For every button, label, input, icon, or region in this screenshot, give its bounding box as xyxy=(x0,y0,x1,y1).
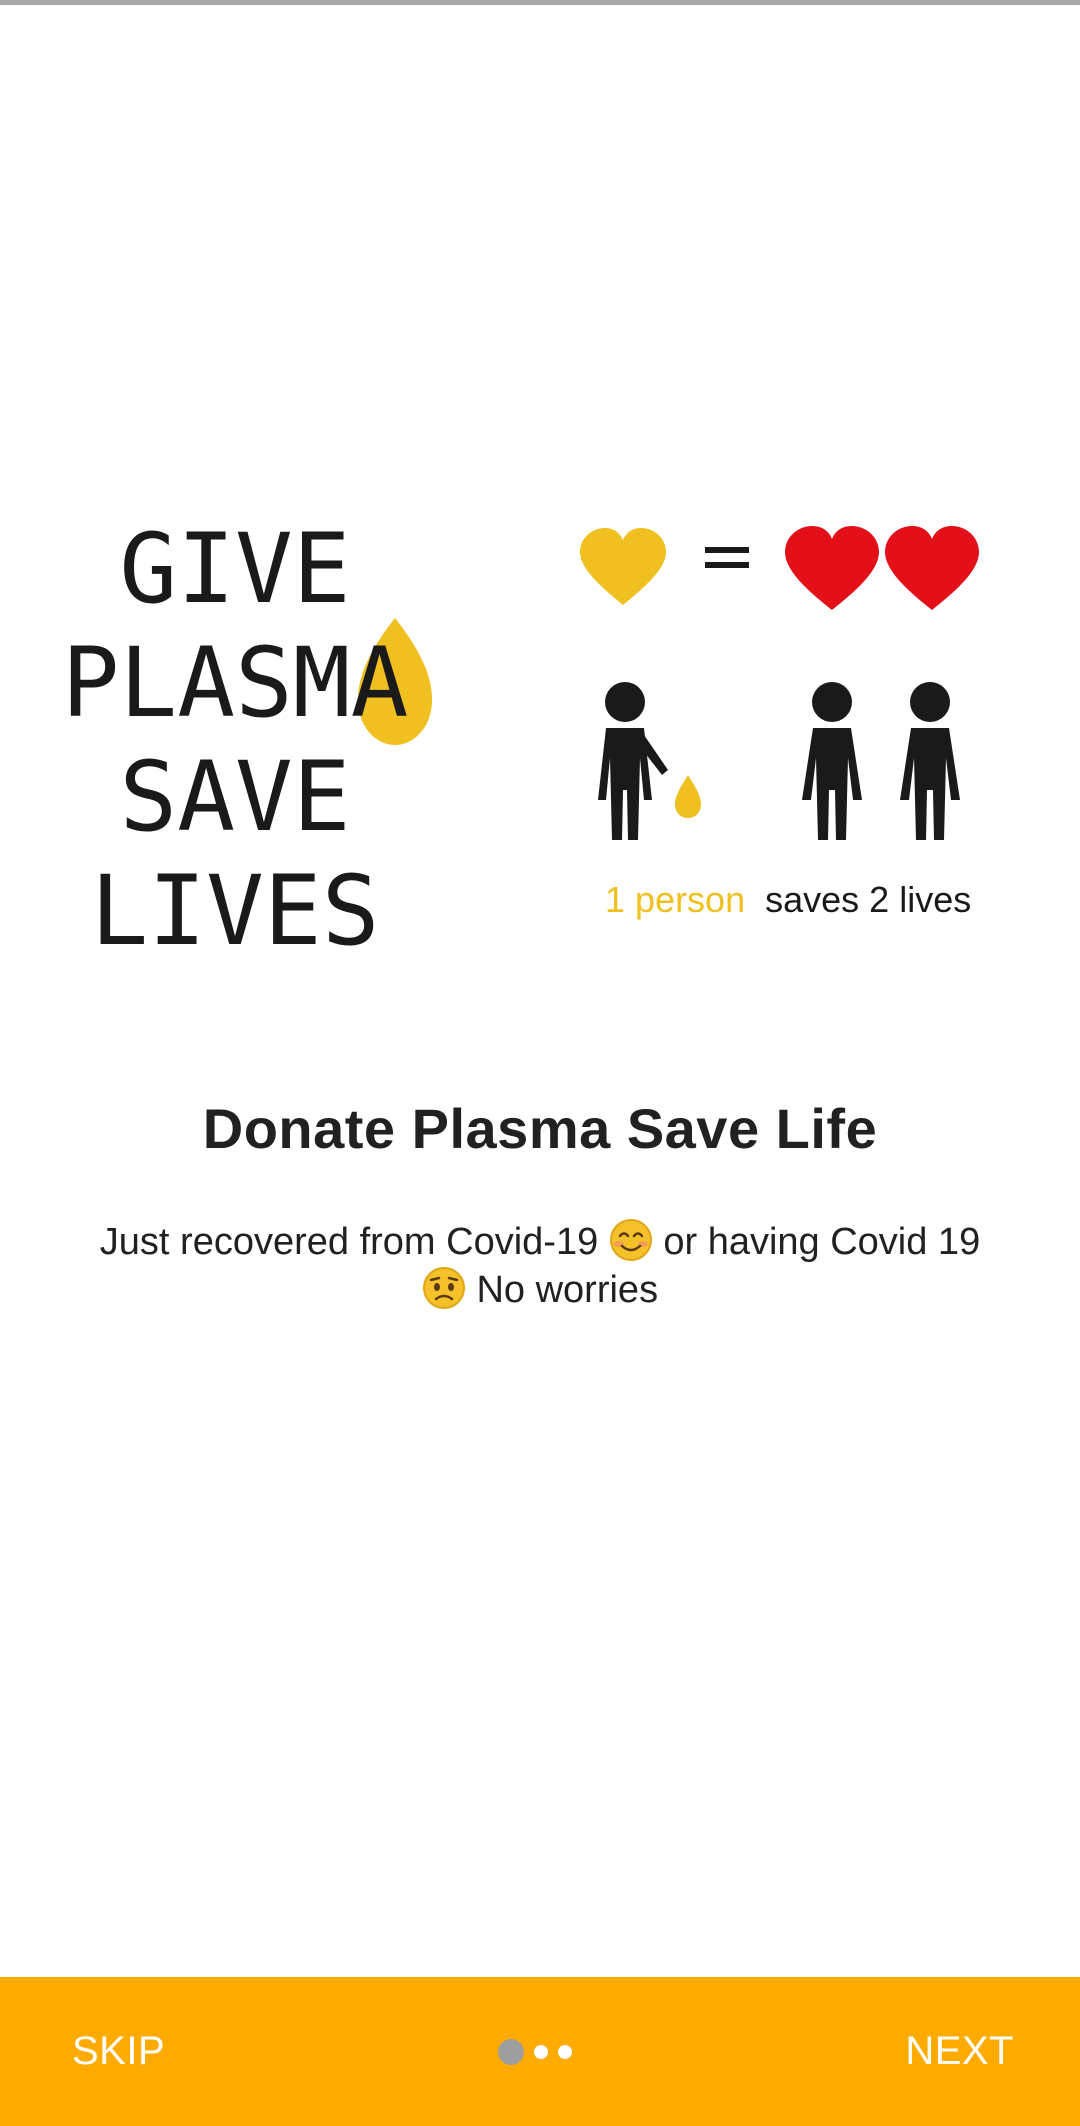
page-dot[interactable] xyxy=(534,2044,548,2059)
equals-icon-top xyxy=(705,547,749,553)
plasma-drop-icon xyxy=(675,775,701,818)
illustration-line-plasma: PLASMA xyxy=(62,627,409,739)
description-part-1: Just recovered from Covid-19 xyxy=(99,1221,599,1263)
yellow-heart-icon xyxy=(580,528,666,605)
page-dot-active[interactable] xyxy=(498,2038,524,2065)
donor-person-icon xyxy=(598,682,668,840)
recipient-person-icon xyxy=(802,682,862,840)
caption-rest: saves 2 lives xyxy=(765,879,971,920)
red-heart-icon xyxy=(785,526,879,610)
recipient-person-icon xyxy=(900,682,960,840)
onboarding-bottom-bar: SKIP NEXT xyxy=(0,1977,1080,2126)
slide-title: Donate Plasma Save Life xyxy=(202,1097,878,1160)
illustration-line-save: SAVE xyxy=(119,741,350,853)
page-dot[interactable] xyxy=(558,2044,572,2059)
description-part-3: No worries xyxy=(476,1269,659,1311)
worried-face-icon xyxy=(422,1267,465,1309)
illustration-caption: 1 person saves 2 lives xyxy=(605,879,971,920)
slide-description: Just recovered from Covid-19 or having C… xyxy=(60,1218,1020,1314)
people-figures xyxy=(598,682,960,840)
equals-icon-bottom xyxy=(705,562,749,568)
page-indicator xyxy=(498,1977,572,2126)
onboarding-screen: GIVE PLASMA SAVE LIVES 1 person saves 2 … xyxy=(0,0,1080,2126)
skip-button[interactable]: SKIP xyxy=(32,1977,205,2126)
plasma-donation-illustration: GIVE PLASMA SAVE LIVES 1 person saves 2 … xyxy=(62,513,979,967)
illustration-line-give: GIVE xyxy=(119,513,350,625)
illustration-line-lives: LIVES xyxy=(91,855,380,967)
smiling-face-icon xyxy=(609,1219,652,1261)
description-part-2: or having Covid 19 xyxy=(663,1221,981,1263)
top-loading-bar xyxy=(0,0,1080,5)
hearts-row xyxy=(580,526,979,610)
caption-highlight: 1 person xyxy=(605,879,745,920)
next-button[interactable]: NEXT xyxy=(865,1977,1054,2126)
red-heart-icon xyxy=(885,526,979,610)
